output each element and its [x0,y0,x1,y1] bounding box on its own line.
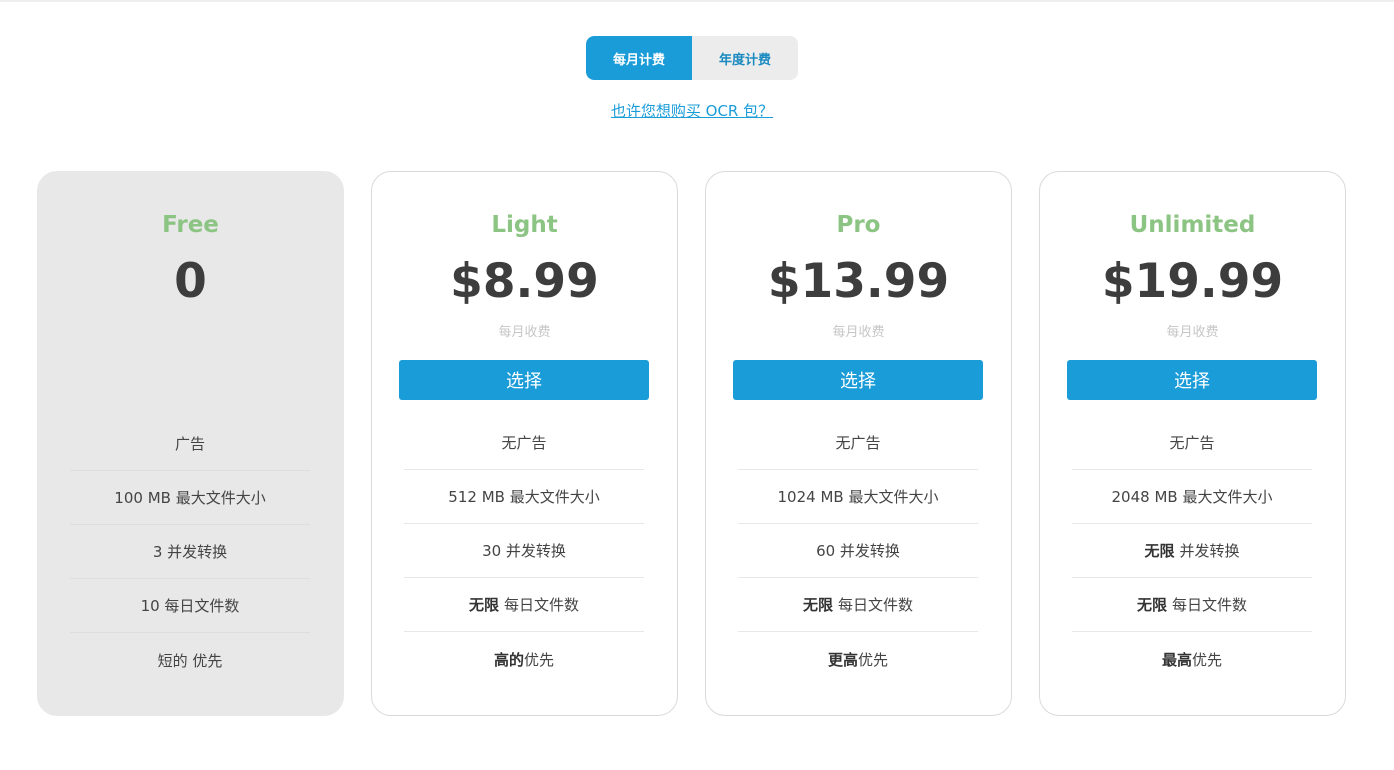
feature-text: 广告 [174,435,205,453]
plan-price: $13.99 [767,254,950,309]
feature-text: 无广告 [1169,434,1215,452]
feature-item: 60 并发转换 [738,524,978,578]
feature-item: 无广告 [738,416,978,470]
feature-item: 2048 MB 最大文件大小 [1072,470,1312,524]
feature-item: 短的 优先 [70,633,310,687]
feature-text: 短的 优先 [157,651,223,670]
plan-card-unlimited: Unlimited $19.99 每月收费 选择 无广告 2048 MB 最大文… [1039,171,1346,716]
feature-text: 10 每日文件数 [140,597,240,615]
feature-item: 更高 优先 [738,632,978,686]
feature-text: 并发转换 [1179,542,1240,560]
feature-text: 每日文件数 [838,596,914,614]
feature-highlight: 更高 [827,650,858,669]
feature-highlight: 无限 [1144,542,1175,560]
feature-item: 无广告 [1072,416,1312,470]
feature-list: 无广告 512 MB 最大文件大小 30 并发转换 无限 每日文件数 高的 优先 [404,416,644,686]
plan-card-free: Free 0 广告 100 MB 最大文件大小 3 并发转换 10 每日文件数 … [37,171,344,716]
feature-text: 优先 [858,650,889,669]
feature-text: 优先 [524,650,555,669]
monthly-billing-tab[interactable]: 每月计费 [586,36,692,80]
feature-list: 无广告 1024 MB 最大文件大小 60 并发转换 无限 每日文件数 更高 优先 [738,416,978,686]
feature-text: 优先 [1192,650,1223,669]
feature-item: 10 每日文件数 [70,579,310,633]
feature-text: 2048 MB 最大文件大小 [1111,488,1273,506]
feature-highlight: 高的 [493,650,524,669]
feature-item: 100 MB 最大文件大小 [70,471,310,525]
plan-price: $8.99 [450,254,599,309]
feature-text: 100 MB 最大文件大小 [114,489,266,507]
ocr-package-link[interactable]: 也许您想购买 OCR 包？ [0,100,1384,121]
feature-text: 无广告 [501,434,547,452]
billing-period-toggle: 每月计费 年度计费 [586,36,798,80]
plan-card-light: Light $8.99 每月收费 选择 无广告 512 MB 最大文件大小 30… [371,171,678,716]
plan-name: Light [491,212,558,238]
feature-text: 无广告 [835,434,881,452]
feature-text: 每日文件数 [504,596,580,614]
feature-highlight: 无限 [802,596,833,614]
feature-item: 3 并发转换 [70,525,310,579]
feature-item: 30 并发转换 [404,524,644,578]
select-unlimited-button[interactable]: 选择 [1067,360,1317,400]
feature-text: 1024 MB 最大文件大小 [777,488,939,506]
feature-item: 最高 优先 [1072,632,1312,686]
feature-list: 广告 100 MB 最大文件大小 3 并发转换 10 每日文件数 短的 优先 [70,417,310,687]
feature-item: 高的 优先 [404,632,644,686]
yearly-billing-tab[interactable]: 年度计费 [692,36,798,80]
feature-text: 每日文件数 [1172,596,1248,614]
feature-item: 无限 每日文件数 [404,578,644,632]
select-light-button[interactable]: 选择 [399,360,649,400]
plan-name: Free [162,212,219,238]
plan-card-pro: Pro $13.99 每月收费 选择 无广告 1024 MB 最大文件大小 60… [705,171,1012,716]
feature-item: 512 MB 最大文件大小 [404,470,644,524]
feature-item: 无限 并发转换 [1072,524,1312,578]
feature-list: 无广告 2048 MB 最大文件大小 无限 并发转换 无限 每日文件数 最高 优先 [1072,416,1312,686]
plan-name: Pro [836,212,881,238]
plan-price: $19.99 [1101,254,1284,309]
feature-highlight: 最高 [1161,650,1192,669]
select-pro-button[interactable]: 选择 [733,360,983,400]
feature-item: 无广告 [404,416,644,470]
feature-item: 广告 [70,417,310,471]
feature-item: 1024 MB 最大文件大小 [738,470,978,524]
feature-item: 无限 每日文件数 [1072,578,1312,632]
feature-highlight: 无限 [1136,596,1167,614]
feature-text: 60 并发转换 [816,542,900,560]
plan-price: 0 [174,254,207,309]
feature-text: 3 并发转换 [152,543,228,561]
top-divider [0,0,1394,2]
billing-period-note: 每月收费 [1166,325,1219,340]
feature-text: 512 MB 最大文件大小 [448,488,600,506]
plan-name: Unlimited [1129,212,1256,238]
feature-text: 30 并发转换 [482,542,566,560]
billing-period-note: 每月收费 [498,325,551,340]
feature-highlight: 无限 [468,596,499,614]
feature-item: 无限 每日文件数 [738,578,978,632]
billing-period-note: 每月收费 [832,325,885,340]
